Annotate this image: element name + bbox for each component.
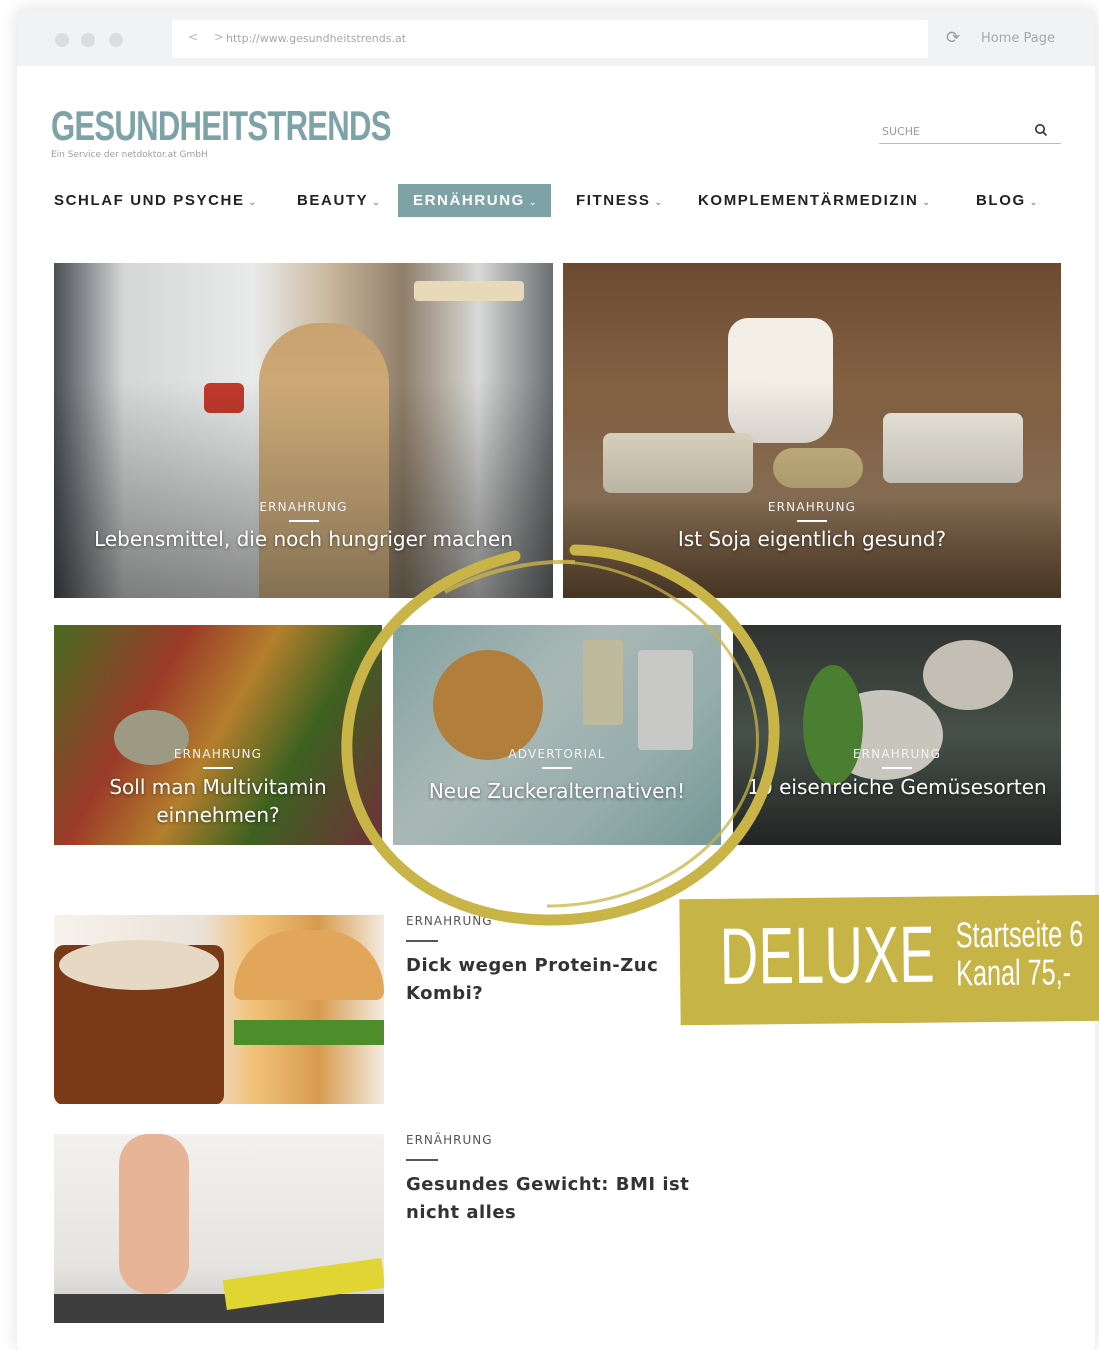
- tile-category: ADVERTORIAL: [508, 747, 606, 761]
- featured-tile-zuckeralternativen[interactable]: ADVERTORIAL Neue Zuckeralternativen!: [393, 625, 721, 845]
- nav-item-komplementaermedizin[interactable]: KOMPLEMENTÄRMEDIZIN ⌄: [698, 184, 930, 217]
- home-page-link[interactable]: Home Page: [981, 31, 1055, 46]
- search-input[interactable]: SUCHE: [879, 122, 1061, 144]
- article-rule: [406, 1159, 438, 1161]
- article-image-burger[interactable]: [54, 915, 384, 1104]
- nav-item-ernaehrung[interactable]: ERNÄHRUNG ⌄: [398, 184, 552, 217]
- chevron-down-icon: ⌄: [654, 197, 663, 207]
- search-placeholder: SUCHE: [882, 125, 920, 138]
- search-icon[interactable]: [1034, 123, 1048, 137]
- article-title[interactable]: Dick wegen Protein-Zuc Kombi?: [406, 952, 726, 1008]
- tile-title[interactable]: Ist Soja eigentlich gesund?: [573, 525, 1051, 553]
- site-logo[interactable]: GESUNDHEITSTRENDS: [51, 102, 391, 150]
- nav-item-blog[interactable]: BLOG ⌄: [976, 184, 1037, 217]
- reload-icon[interactable]: ⟳: [946, 28, 960, 48]
- tile-overlay: [393, 625, 721, 845]
- featured-tile-gemuesesorten[interactable]: ERNAHRUNG 10 eisenreiche Gemüsesorten: [733, 625, 1061, 845]
- promo-line-1: Startseite 6: [955, 913, 1084, 956]
- site-tagline: Ein Service der netdoktor.at GmbH: [51, 150, 208, 160]
- featured-tile-soja[interactable]: ERNAHRUNG Ist Soja eigentlich gesund?: [563, 263, 1061, 598]
- tile-category: ERNAHRUNG: [259, 500, 348, 514]
- window-dot-icon[interactable]: [81, 33, 95, 47]
- nav-label: ERNÄHRUNG: [413, 192, 525, 209]
- article-category: ERNÄHRUNG: [406, 1133, 493, 1147]
- tile-rule: [288, 520, 319, 522]
- article-title[interactable]: Gesundes Gewicht: BMI ist nicht alles: [406, 1171, 726, 1227]
- nav-label: SCHLAF UND PSYCHE: [54, 192, 245, 209]
- article-image-scale[interactable]: [54, 1134, 384, 1323]
- deluxe-promo-badge: DELUXE Startseite 6 Kanal 75,-: [679, 894, 1099, 1026]
- tile-category: ERNAHRUNG: [767, 500, 857, 514]
- foam-image: [59, 940, 219, 990]
- main-navigation: SCHLAF UND PSYCHE ⌄ BEAUTY ⌄ ERNÄHRUNG ⌄ FI…: [0, 184, 1099, 217]
- lettuce-image: [234, 1020, 384, 1045]
- nav-label: KOMPLEMENTÄRMEDIZIN: [698, 192, 919, 209]
- tile-title[interactable]: 10 eisenreiche Gemüsesorten: [743, 773, 1051, 801]
- burger-image: [234, 930, 384, 1000]
- featured-tile-fridge[interactable]: ERNAHRUNG Lebensmittel, die noch hungrig…: [54, 263, 553, 598]
- nav-item-fitness[interactable]: FITNESS ⌄: [576, 184, 662, 217]
- address-bar[interactable]: < > http://www.gesundheitstrends.at: [172, 20, 928, 58]
- nav-label: FITNESS: [576, 192, 651, 209]
- tile-category: ERNAHRUNG: [852, 747, 942, 761]
- url-text[interactable]: http://www.gesundheitstrends.at: [226, 32, 406, 45]
- back-forward-icon[interactable]: < >: [188, 30, 230, 44]
- chevron-down-icon: ⌄: [248, 197, 257, 207]
- featured-tile-multivitamin[interactable]: ERNAHRUNG Soll man Multivitamin einnehme…: [54, 625, 382, 845]
- promo-title: DELUXE: [719, 909, 936, 1001]
- tile-rule: [797, 520, 827, 522]
- nav-label: BLOG: [976, 192, 1026, 209]
- leg-image: [119, 1134, 189, 1294]
- nav-item-schlaf-und-psyche[interactable]: SCHLAF UND PSYCHE ⌄: [54, 184, 256, 217]
- chevron-down-icon: ⌄: [372, 197, 380, 207]
- scale-image: [54, 1294, 384, 1323]
- nav-label: BEAUTY: [297, 192, 369, 209]
- tile-category: ERNAHRUNG: [173, 747, 263, 761]
- tile-rule: [882, 767, 912, 769]
- article-category: ERNAHRUNG: [406, 914, 493, 928]
- chevron-down-icon: ⌄: [922, 197, 930, 207]
- promo-line-2: Kanal 75,-: [955, 951, 1072, 994]
- chevron-down-icon: ⌄: [1029, 197, 1038, 207]
- tile-rule: [542, 767, 572, 769]
- tile-title[interactable]: Lebensmittel, die noch hungriger machen: [64, 525, 543, 553]
- article-rule: [406, 940, 438, 942]
- window-dot-icon[interactable]: [55, 33, 69, 47]
- window-dot-icon[interactable]: [109, 33, 123, 47]
- nav-item-beauty[interactable]: BEAUTY ⌄: [297, 184, 380, 217]
- tile-overlay: [733, 625, 1061, 845]
- tile-rule: [203, 767, 233, 769]
- tile-title[interactable]: Soll man Multivitamin einnehmen?: [64, 773, 372, 829]
- chevron-down-icon: ⌄: [528, 197, 537, 207]
- tile-title[interactable]: Neue Zuckeralternativen!: [403, 777, 711, 805]
